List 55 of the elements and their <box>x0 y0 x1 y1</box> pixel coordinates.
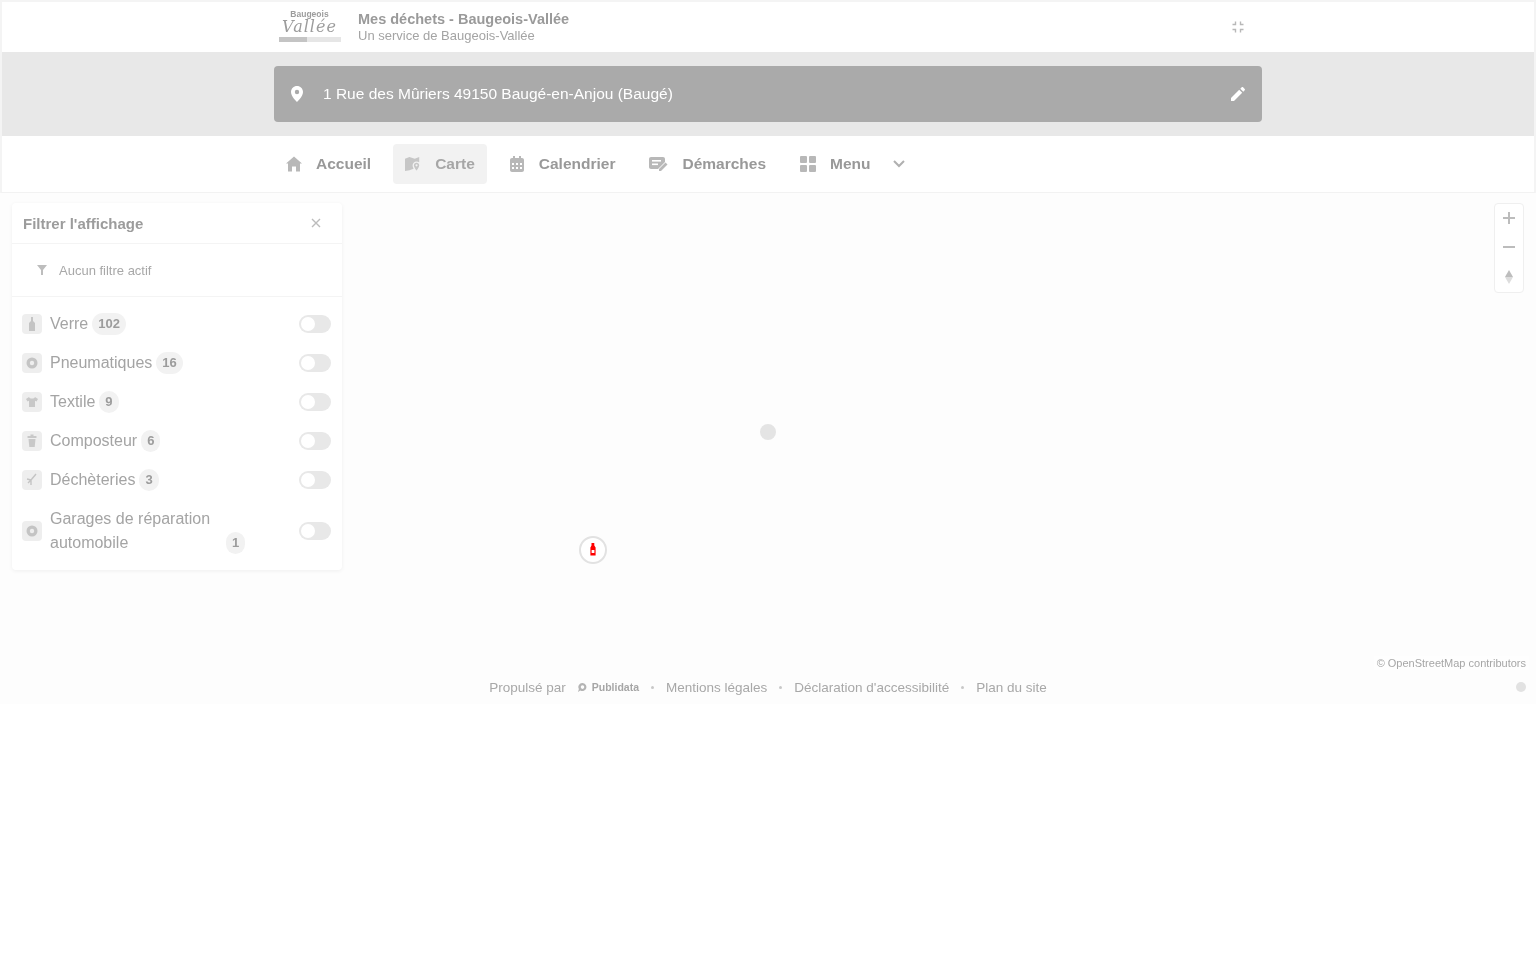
nav-tab[interactable]: Accueil <box>274 144 384 184</box>
calendar-icon <box>508 156 525 172</box>
site-title: Mes déchets - Baugeois-Vallée <box>358 11 570 28</box>
filter-icon <box>37 265 47 275</box>
bottle-marker-icon[interactable] <box>579 536 607 564</box>
address-value: 1 Rue des Mûriers 49150 Baugé-en-Anjou (Baugé) <box>323 85 674 103</box>
filter-status: Aucun filtre actif <box>59 262 152 278</box>
zoom-in-icon[interactable] <box>1503 212 1515 224</box>
separator-dot <box>779 685 783 689</box>
layer-name: Verre <box>50 313 89 334</box>
footer-link[interactable]: Mentions légales <box>666 679 768 695</box>
form-edit-icon <box>649 156 669 172</box>
layer-name: Textile <box>50 391 96 412</box>
bin-icon <box>22 430 42 451</box>
t-shirt-icon <box>22 391 42 412</box>
layer-count: 9 <box>99 390 119 413</box>
location-pin-icon <box>291 86 303 102</box>
layer-name: Déchèteries <box>50 469 136 490</box>
nav-tab[interactable]: Menu <box>788 144 917 184</box>
layer-count: 3 <box>139 468 159 491</box>
map-pin-icon <box>405 156 422 172</box>
powered-by-text: Propulsé par <box>489 679 566 695</box>
grid-icon <box>800 156 817 172</box>
home-icon <box>286 156 302 172</box>
footer-link[interactable]: Déclaration d'accessibilité <box>794 679 950 695</box>
close-icon[interactable] <box>311 218 321 228</box>
branch-icon <box>22 469 42 490</box>
panel-title: Filtrer l'affichage <box>23 214 144 232</box>
layer-count: 6 <box>141 429 161 452</box>
address-field[interactable]: 1 Rue des Mûriers 49150 Baugé-en-Anjou (Baugé) <box>274 66 1262 122</box>
layer-count: 102 <box>92 312 126 335</box>
brand-link[interactable]: Publidata <box>577 681 639 693</box>
bottle-icon <box>22 313 42 334</box>
layer-name: Garages de réparation automobile <box>50 508 212 553</box>
loading-dot-icon <box>760 423 776 440</box>
separator-dot <box>961 685 965 689</box>
nav-tab[interactable]: Carte <box>393 144 487 184</box>
layer-count: 16 <box>156 351 183 374</box>
layer-name: Composteur <box>50 430 138 451</box>
site-subtitle: Un service de Baugeois-Vallée <box>358 28 536 43</box>
tire-icon <box>22 520 42 541</box>
nav-tab[interactable]: Démarches <box>637 144 779 184</box>
separator-dot <box>651 685 654 689</box>
pencil-icon[interactable] <box>1231 87 1245 101</box>
compass-icon[interactable] <box>1505 270 1513 284</box>
layer-name: Pneumatiques <box>50 352 153 373</box>
layer-count: 1 <box>226 531 246 554</box>
nav-tab[interactable]: Calendrier <box>496 144 628 184</box>
fullscreen-exit-icon[interactable] <box>1232 21 1244 33</box>
logo[interactable]: Baugeois Vallée <box>277 10 342 44</box>
speech-bubble-icon <box>577 682 587 692</box>
footer-link[interactable]: Plan du site <box>976 679 1047 695</box>
chevron-down-icon <box>892 160 905 168</box>
tire-icon <box>22 352 42 373</box>
circle-icon[interactable] <box>1516 682 1526 692</box>
